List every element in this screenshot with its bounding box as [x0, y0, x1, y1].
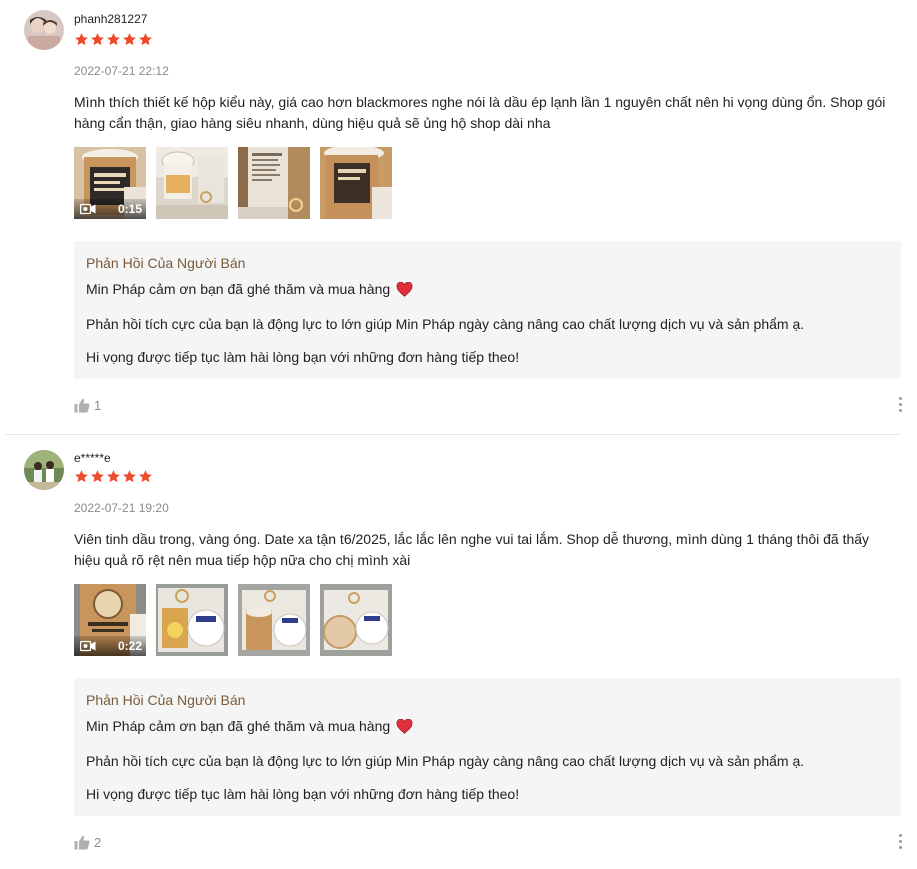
review-comment: Viên tinh dầu trong, vàng óng. Date xa t…	[74, 531, 870, 568]
avatar-image	[24, 450, 64, 490]
review-image-thumbnail[interactable]	[156, 147, 228, 219]
product-photo	[156, 147, 228, 219]
star-icon	[91, 33, 104, 46]
product-photo	[320, 147, 392, 219]
review-video-thumbnail[interactable]: 0:15	[74, 147, 146, 219]
star-icon	[75, 33, 88, 46]
seller-reply-text: Phản hồi tích cực của bạn là động lực to…	[86, 753, 805, 769]
seller-reply-text: Min Pháp cảm ơn bạn đã ghé thăm và mua h…	[86, 281, 391, 297]
rating-stars	[74, 32, 153, 47]
more-options-button[interactable]	[895, 397, 905, 415]
avatar[interactable]	[24, 450, 64, 490]
thumbs-up-icon	[74, 398, 90, 413]
review-media: 0:22	[74, 584, 392, 656]
seller-reply: Phản Hồi Của Người Bán Min Pháp cảm ơn b…	[74, 678, 901, 816]
heart-icon	[396, 281, 413, 297]
video-duration: 0:22	[117, 639, 142, 653]
review-item: e*****e 2022-07-21 19:20 Viên tinh dầu t…	[0, 436, 917, 869]
star-icon	[123, 33, 136, 46]
like-button[interactable]: 1	[74, 398, 101, 413]
more-vertical-icon	[898, 834, 902, 837]
video-duration: 0:15	[117, 202, 142, 216]
star-icon	[139, 33, 152, 46]
review-divider	[5, 434, 901, 435]
avatar-image	[24, 10, 64, 50]
camera-icon	[80, 640, 96, 652]
seller-reply-line: Min Pháp cảm ơn bạn đã ghé thăm và mua h…	[86, 281, 413, 297]
product-photo	[238, 147, 310, 219]
seller-reply-text: Hi vọng được tiếp tục làm hài lòng bạn v…	[86, 786, 520, 802]
avatar[interactable]	[24, 10, 64, 50]
seller-reply-title: Phản Hồi Của Người Bán	[86, 692, 246, 708]
star-icon	[91, 470, 104, 483]
thumbs-up-icon	[74, 835, 90, 850]
video-overlay: 0:15	[74, 199, 146, 219]
video-overlay: 0:22	[74, 636, 146, 656]
product-photo	[238, 584, 310, 656]
star-icon	[107, 470, 120, 483]
star-icon	[123, 470, 136, 483]
seller-reply-text: Hi vọng được tiếp tục làm hài lòng bạn v…	[86, 349, 520, 365]
seller-reply-line: Min Pháp cảm ơn bạn đã ghé thăm và mua h…	[86, 718, 413, 734]
review-image-thumbnail[interactable]	[238, 147, 310, 219]
review-image-thumbnail[interactable]	[156, 584, 228, 656]
reviewer-username: phanh281227	[74, 12, 148, 26]
review-image-thumbnail[interactable]	[320, 147, 392, 219]
review-date: 2022-07-21 22:12	[74, 64, 169, 78]
review-comment: Mình thích thiết kế hộp kiểu này, giá ca…	[74, 94, 886, 131]
more-options-button[interactable]	[895, 834, 905, 852]
camera-icon	[80, 203, 96, 215]
review-media: 0:15	[74, 147, 392, 219]
seller-reply: Phản Hồi Của Người Bán Min Pháp cảm ơn b…	[74, 241, 901, 379]
seller-reply-text: Min Pháp cảm ơn bạn đã ghé thăm và mua h…	[86, 718, 391, 734]
seller-reply-text: Phản hồi tích cực của bạn là động lực to…	[86, 316, 805, 332]
review-date: 2022-07-21 19:20	[74, 501, 169, 515]
seller-reply-title: Phản Hồi Của Người Bán	[86, 255, 246, 271]
more-vertical-icon	[898, 397, 902, 400]
like-button[interactable]: 2	[74, 835, 101, 850]
like-count: 1	[94, 398, 102, 413]
star-icon	[139, 470, 152, 483]
review-image-thumbnail[interactable]	[238, 584, 310, 656]
product-photo	[156, 584, 228, 656]
star-icon	[75, 470, 88, 483]
like-count: 2	[94, 835, 102, 850]
product-photo	[320, 584, 392, 656]
heart-icon	[396, 718, 413, 734]
reviewer-username: e*****e	[74, 451, 111, 465]
rating-stars	[74, 469, 153, 484]
review-image-thumbnail[interactable]	[320, 584, 392, 656]
review-video-thumbnail[interactable]: 0:22	[74, 584, 146, 656]
review-item: phanh281227 2022-07-21 22:12 Mình thích …	[0, 0, 917, 434]
star-icon	[107, 33, 120, 46]
